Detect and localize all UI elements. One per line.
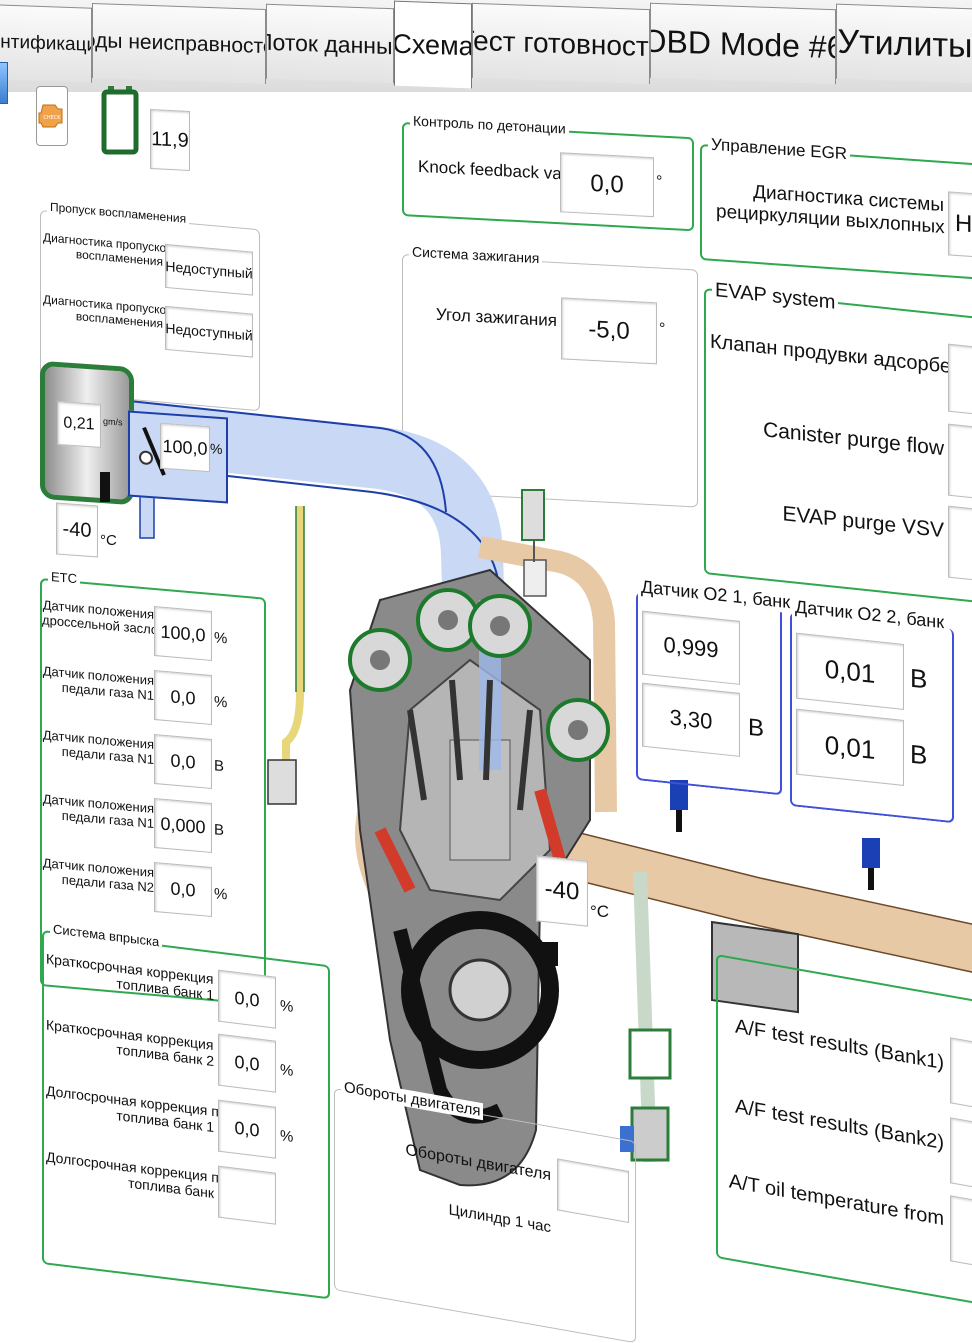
injection-row3-value: 0,0 xyxy=(218,1099,276,1159)
rpm-label: Обороты двигателя xyxy=(405,1141,551,1185)
etc-row4-label: Датчик положения педали газа N1 xyxy=(42,791,154,831)
injection-row4-value xyxy=(218,1165,276,1225)
af-row3-value xyxy=(950,1195,972,1273)
etc-row3-label: Датчик положения педали газа N1 xyxy=(42,727,154,767)
o2-bank1-group: Датчик O2 1, банк 0,999 3,30 В xyxy=(636,576,794,796)
etc-row3-unit: В xyxy=(214,757,225,776)
maf-unit: gm/s xyxy=(103,416,123,428)
etc-row2-unit: % xyxy=(214,693,228,712)
o2-bank1-value1: 0,999 xyxy=(642,610,740,685)
af-row2-value xyxy=(950,1117,972,1195)
rpm-cyl-label: Цилиндр 1 час xyxy=(448,1201,551,1237)
o2-bank2-value2: 0,01 xyxy=(796,708,904,786)
af-row3-label: A/T oil temperature from xyxy=(728,1170,944,1231)
af-group: A/F test results (Bank1) A/F test result… xyxy=(716,954,972,1310)
etc-row5-label: Датчик положения педали газа N2 xyxy=(42,855,154,895)
o2-bank2-unit1: В xyxy=(910,662,928,695)
af-row1-label: A/F test results (Bank1) xyxy=(735,1015,944,1075)
etc-row1-label: Датчик положения дроссельной заслонки xyxy=(42,597,179,640)
tab-data-stream[interactable]: Поток данных xyxy=(266,3,394,84)
injection-row1-value: 0,0 xyxy=(218,969,276,1029)
throttle-plate-unit: % xyxy=(210,440,223,458)
etc-row2-label: Датчик положения педали газа N1 xyxy=(42,663,154,703)
injection-row4-label: Долгосрочная коррекция подачи топлива бан… xyxy=(46,1148,258,1202)
injection-row1-unit: % xyxy=(280,997,294,1016)
maf-connector xyxy=(100,472,110,502)
tab-schema[interactable]: Схема xyxy=(394,0,472,89)
throttle-body: 100,0 % xyxy=(128,410,228,504)
etc-row4-value: 0,000 xyxy=(154,797,212,854)
tab-bar: дентификация Коды неисправностей Поток д… xyxy=(0,0,972,94)
coolant-temp-value: -40 xyxy=(536,855,588,927)
o2-bank1-value2: 3,30 xyxy=(642,682,740,757)
etc-row3-value: 0,0 xyxy=(154,733,212,790)
tab-utilities[interactable]: Утилиты xyxy=(836,3,972,84)
injection-row2-label: Краткосрочная коррекция подачи топлива ба… xyxy=(46,1016,264,1070)
egr-valve xyxy=(628,1028,672,1080)
etc-row5-value: 0,0 xyxy=(154,861,212,918)
intake-temp-unit: °C xyxy=(100,532,117,549)
coolant-temp-unit: °C xyxy=(590,902,610,921)
throttle-plate-value: 100,0 xyxy=(160,422,210,473)
af-row1-value xyxy=(950,1037,972,1115)
o2-bank2-unit2: В xyxy=(910,738,928,771)
injection-row2-unit: % xyxy=(280,1061,294,1080)
rpm-value xyxy=(557,1158,629,1224)
etc-row1-unit: % xyxy=(214,629,228,648)
etc-row4-unit: В xyxy=(214,821,225,840)
injection-row3-unit: % xyxy=(280,1127,294,1146)
etc-row2-value: 0,0 xyxy=(154,669,212,726)
tab-readiness-test[interactable]: Тест готовности xyxy=(472,2,650,85)
etc-row5-unit: % xyxy=(214,885,228,904)
tab-identification[interactable]: дентификация xyxy=(0,4,92,83)
maf-sensor: 0,21 gm/s xyxy=(40,360,134,506)
maf-value: 0,21 xyxy=(57,400,101,448)
injection-row2-value: 0,0 xyxy=(218,1033,276,1093)
tab-obd-mode6[interactable]: OBD Mode #6 xyxy=(650,2,836,85)
injection-row3-label: Долгосрочная коррекция подачи топлива бан… xyxy=(46,1082,258,1136)
injection-row1-label: Краткосрочная коррекция подачи топлива ба… xyxy=(46,950,264,1004)
o2-bank2-group: Датчик O2 2, банк 0,01 В 0,01 В xyxy=(790,596,954,824)
coolant-sensor-connector xyxy=(538,942,558,966)
etc-row1-value: 100,0 xyxy=(154,605,212,662)
intake-temp-value: -40 xyxy=(56,502,98,558)
injection-group: Система впрыска Краткосрочная коррекция … xyxy=(42,920,330,1300)
af-row2-label: A/F test results (Bank2) xyxy=(735,1095,944,1155)
schema-panel: CHECK 11,9 Пропуск воспламенения Диагнос… xyxy=(0,62,972,1343)
tab-trouble-codes[interactable]: Коды неисправностей xyxy=(92,2,266,85)
o2-bank1-unit: В xyxy=(748,713,765,743)
o2-bank2-value1: 0,01 xyxy=(796,632,904,710)
